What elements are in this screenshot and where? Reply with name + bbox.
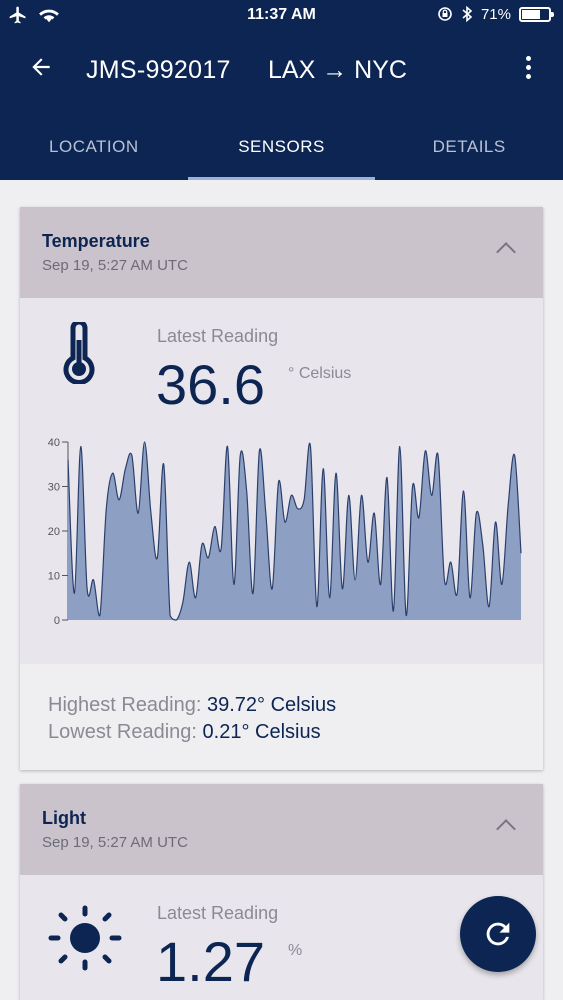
card-title: Temperature bbox=[42, 231, 150, 251]
battery-level bbox=[522, 9, 541, 19]
temperature-area bbox=[68, 442, 521, 620]
lowest-label: Lowest Reading: bbox=[48, 721, 197, 743]
highest-reading: Highest Reading: 39.72° Celsius bbox=[48, 692, 543, 719]
reading-value: 1.27 bbox=[156, 930, 265, 993]
bluetooth-icon bbox=[462, 5, 473, 23]
card-timestamp: Sep 19, 5:27 AM UTC bbox=[42, 834, 188, 851]
chevron-up-icon[interactable] bbox=[496, 819, 516, 839]
light-card-header[interactable]: Light Sep 19, 5:27 AM UTC bbox=[20, 784, 543, 875]
refresh-button[interactable] bbox=[460, 896, 536, 972]
y-tick-label: 40 bbox=[48, 437, 60, 449]
chevron-up-icon[interactable] bbox=[496, 242, 516, 262]
more-vert-icon[interactable] bbox=[526, 56, 531, 79]
thermometer-icon bbox=[63, 322, 95, 384]
tab-bar: LOCATION SENSORS DETAILS bbox=[0, 110, 563, 180]
lowest-value: 0.21° Celsius bbox=[202, 721, 321, 743]
reading-label: Latest Reading bbox=[157, 326, 279, 346]
tab-details[interactable]: DETAILS bbox=[375, 110, 563, 180]
shipment-route: LAX → NYC bbox=[268, 56, 407, 84]
card-title: Light bbox=[42, 808, 86, 828]
battery-icon bbox=[519, 6, 554, 22]
shipment-id: JMS-992017 bbox=[86, 56, 231, 84]
y-tick-label: 10 bbox=[48, 571, 60, 583]
card-timestamp: Sep 19, 5:27 AM UTC bbox=[42, 257, 188, 274]
light-card: Light Sep 19, 5:27 AM UTC Latest Reading… bbox=[20, 784, 543, 1000]
y-tick-label: 30 bbox=[48, 482, 60, 494]
refresh-icon bbox=[486, 922, 510, 946]
temperature-chart-svg: 0 10 20 30 40 bbox=[48, 437, 522, 627]
temperature-chart: 0 10 20 30 40 bbox=[20, 418, 543, 664]
lowest-reading: Lowest Reading: 0.21° Celsius bbox=[48, 719, 543, 746]
tab-location[interactable]: LOCATION bbox=[0, 110, 188, 180]
back-arrow-icon bbox=[32, 58, 50, 76]
battery-percent: 71% bbox=[480, 5, 511, 23]
sun-icon bbox=[48, 905, 122, 971]
highest-value: 39.72° Celsius bbox=[207, 694, 337, 716]
latest-reading: Latest Reading 36.6 ° Celsius bbox=[20, 298, 543, 418]
status-bar: 11:37 AM 71% bbox=[0, 0, 563, 32]
reading-value: 36.6 bbox=[156, 353, 265, 416]
orientation-lock-icon bbox=[438, 7, 452, 21]
y-tick-label: 0 bbox=[54, 615, 60, 627]
temperature-card: Temperature Sep 19, 5:27 AM UTC Latest R… bbox=[20, 207, 543, 770]
app-bar: JMS-992017 LAX → NYC bbox=[0, 32, 563, 110]
back-button[interactable] bbox=[28, 54, 54, 86]
reading-unit: ° Celsius bbox=[288, 365, 352, 382]
reading-unit: % bbox=[288, 942, 303, 959]
highest-label: Highest Reading: bbox=[48, 694, 202, 716]
reading-label: Latest Reading bbox=[157, 903, 279, 923]
reading-stats: Highest Reading: 39.72° Celsius Lowest R… bbox=[20, 664, 543, 770]
y-tick-label: 20 bbox=[48, 526, 60, 538]
temperature-card-header[interactable]: Temperature Sep 19, 5:27 AM UTC bbox=[20, 207, 543, 298]
tab-sensors[interactable]: SENSORS bbox=[187, 110, 376, 180]
